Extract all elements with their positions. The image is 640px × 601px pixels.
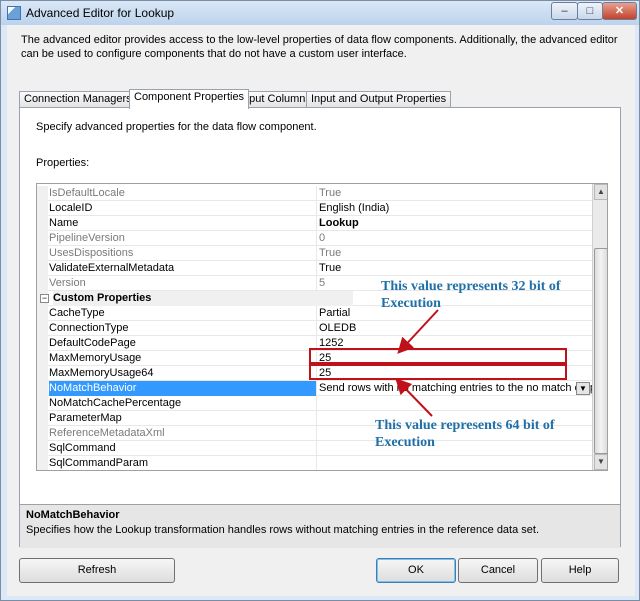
panel-heading: Specify advanced properties for the data… [36, 121, 317, 133]
row-gutter [37, 306, 48, 321]
annotation-32bit-line1: This value represents 32 bit of [381, 279, 561, 294]
property-row-name[interactable]: Name Lookup [37, 216, 592, 231]
property-row-pipelineversion[interactable]: PipelineVersion 0 [37, 231, 592, 246]
dialog-description: The advanced editor provides access to t… [21, 34, 618, 60]
category-name: Custom Properties [53, 291, 353, 306]
property-name: Version [49, 276, 317, 291]
property-name: PipelineVersion [49, 231, 317, 246]
highlight-box-maxmemoryusage64 [309, 364, 567, 380]
row-gutter [37, 396, 48, 411]
help-title: NoMatchBehavior [26, 509, 120, 521]
property-name: SqlCommand [49, 441, 317, 456]
property-name: SqlCommandParam [49, 456, 317, 470]
tab-connection-managers[interactable]: Connection Managers [19, 91, 137, 107]
property-name: ConnectionType [49, 321, 317, 336]
property-name: ParameterMap [49, 411, 317, 426]
maximize-icon: □ [586, 5, 594, 17]
row-gutter [37, 381, 48, 396]
property-value [318, 396, 592, 411]
help-description: Specifies how the Lookup transformation … [26, 524, 540, 536]
property-row-localeid[interactable]: LocaleID English (India) [37, 201, 592, 216]
window-title: Advanced Editor for Lookup [26, 6, 175, 20]
property-name: NoMatchBehavior [49, 381, 317, 396]
property-value: English (India) [319, 202, 390, 214]
annotation-64bit: This value represents 64 bit of Executio… [375, 417, 555, 451]
property-row-sqlcommandparam[interactable]: SqlCommandParam [37, 456, 592, 470]
cancel-button[interactable]: Cancel [458, 558, 538, 583]
title-bar[interactable]: Advanced Editor for Lookup – □ ✕ [1, 1, 639, 25]
property-name: IsDefaultLocale [49, 186, 317, 201]
row-gutter [37, 201, 48, 216]
annotation-64bit-line2: Execution [375, 435, 435, 450]
row-gutter [37, 426, 48, 441]
property-value: True [319, 262, 342, 274]
property-name: DefaultCodePage [49, 336, 317, 351]
row-gutter [37, 276, 48, 291]
annotation-32bit: This value represents 32 bit of Executio… [381, 278, 561, 312]
property-row-connectiontype[interactable]: ConnectionType OLEDB [37, 321, 592, 336]
row-gutter [37, 261, 48, 276]
row-gutter [37, 441, 48, 456]
annotation-64bit-line1: This value represents 64 bit of [375, 418, 555, 433]
property-name: UsesDispositions [49, 246, 317, 261]
dropdown-arrow-icon[interactable]: ▼ [576, 382, 590, 395]
minimize-button[interactable]: – [551, 2, 578, 20]
row-gutter [37, 366, 48, 381]
minimize-icon: – [561, 5, 568, 17]
property-row-nomatchbehavior[interactable]: NoMatchBehavior Send rows with no matchi… [37, 381, 592, 396]
property-name: MaxMemoryUsage64 [49, 366, 317, 381]
annotation-32bit-line2: Execution [381, 296, 441, 311]
property-name: CacheType [49, 306, 317, 321]
row-gutter [37, 411, 48, 426]
properties-label: Properties: [36, 157, 90, 169]
property-grid-scrollbar[interactable]: ▲ ▼ [592, 184, 607, 470]
ok-button[interactable]: OK [376, 558, 456, 583]
property-value: 0 [319, 232, 326, 244]
property-name: NoMatchCachePercentage [49, 396, 317, 411]
highlight-box-maxmemoryusage [309, 348, 567, 364]
tab-component-properties[interactable]: Component Properties [129, 89, 250, 109]
tab-input-output-properties[interactable]: Input and Output Properties [306, 91, 452, 107]
help-button[interactable]: Help [541, 558, 619, 583]
property-name: LocaleID [49, 201, 317, 216]
row-gutter [37, 321, 48, 336]
row-gutter [37, 216, 48, 231]
property-row-nomatchcachepercentage[interactable]: NoMatchCachePercentage [37, 396, 592, 411]
property-row-validateexternalmetadata[interactable]: ValidateExternalMetadata True [37, 261, 592, 276]
property-name: Name [49, 216, 317, 231]
scroll-thumb[interactable] [594, 248, 607, 454]
property-value: True [319, 247, 342, 259]
refresh-button[interactable]: Refresh [19, 558, 175, 583]
property-row-usesdispositions[interactable]: UsesDispositions True [37, 246, 592, 261]
row-gutter [37, 336, 48, 351]
property-row-isdefaultlocale[interactable]: IsDefaultLocale True [37, 186, 592, 201]
close-icon: ✕ [614, 5, 625, 17]
app-icon [7, 6, 21, 20]
property-value: Lookup [319, 217, 359, 229]
property-name: ReferenceMetadataXml [49, 426, 317, 441]
scroll-up-arrow-icon[interactable]: ▲ [594, 184, 607, 200]
property-help-pane: NoMatchBehavior Specifies how the Lookup… [20, 504, 620, 548]
property-value: True [319, 187, 342, 199]
scroll-down-arrow-icon[interactable]: ▼ [594, 454, 607, 470]
dialog-button-bar: Refresh OK Cancel Help [7, 550, 635, 590]
row-gutter [37, 456, 48, 470]
row-gutter [37, 231, 48, 246]
property-value: OLEDB [319, 322, 357, 334]
property-name: MaxMemoryUsage [49, 351, 317, 366]
row-gutter [37, 351, 48, 366]
collapse-icon[interactable]: − [40, 294, 49, 303]
maximize-button[interactable]: □ [577, 2, 603, 20]
row-gutter [37, 186, 48, 201]
property-value[interactable]: Send rows with no matching entries to th… [318, 381, 592, 396]
row-gutter [37, 246, 48, 261]
close-button[interactable]: ✕ [602, 2, 637, 20]
property-name: ValidateExternalMetadata [49, 261, 317, 276]
property-value [318, 456, 592, 470]
component-properties-panel: Specify advanced properties for the data… [19, 107, 621, 548]
